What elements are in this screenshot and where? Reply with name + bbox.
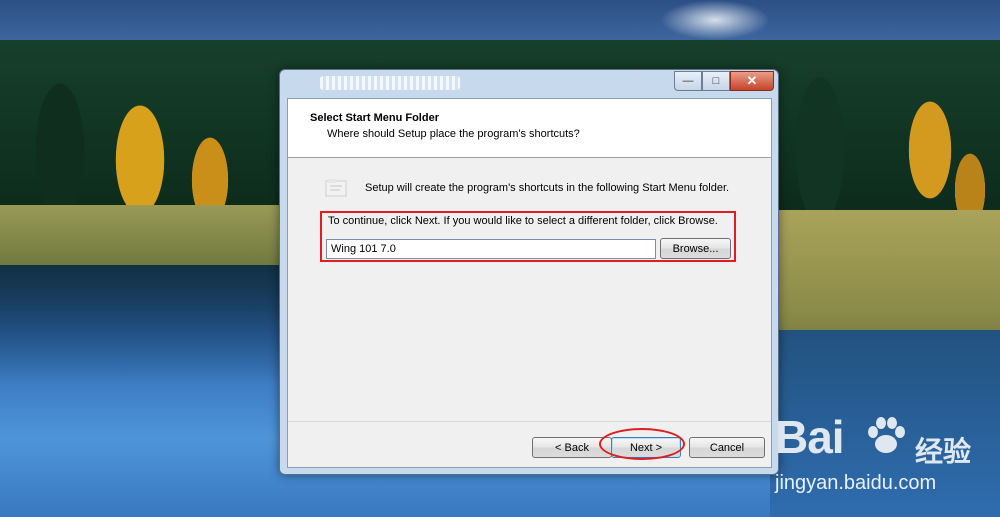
minimize-icon[interactable]: —: [674, 71, 702, 91]
watermark-logo: Bai: [775, 411, 845, 463]
info-text: Setup will create the program's shortcut…: [365, 182, 730, 194]
folder-icon: [325, 179, 347, 197]
close-icon[interactable]: ✕: [730, 71, 774, 91]
window-controls: — □ ✕: [674, 71, 774, 91]
wallpaper-lake-reflection: [0, 265, 285, 385]
baidu-watermark: Bai 经验 jingyan.baidu.com: [775, 410, 995, 500]
title-bar[interactable]: — □ ✕: [280, 70, 778, 96]
watermark-cn-text: 经验: [915, 436, 972, 467]
page-subtitle: Where should Setup place the program's s…: [327, 128, 580, 140]
maximize-icon[interactable]: □: [702, 71, 730, 91]
annotation-highlight-ellipse: [599, 428, 685, 460]
wizard-header: Select Start Menu Folder Where should Se…: [288, 99, 771, 158]
paw-icon: [868, 417, 905, 453]
wallpaper-sun-glow: [660, 0, 770, 40]
cancel-button[interactable]: Cancel: [689, 437, 765, 458]
setup-dialog: — □ ✕ Select Start Menu Folder Where sho…: [279, 69, 779, 475]
watermark-url: jingyan.baidu.com: [775, 472, 937, 494]
annotation-highlight-rectangle: [320, 211, 736, 262]
wallpaper-meadow-left: [0, 205, 285, 265]
dialog-client-area: Select Start Menu Folder Where should Se…: [287, 98, 772, 468]
window-title-blurred: [320, 76, 460, 90]
page-title: Select Start Menu Folder: [310, 112, 439, 124]
footer-divider: [288, 421, 771, 422]
